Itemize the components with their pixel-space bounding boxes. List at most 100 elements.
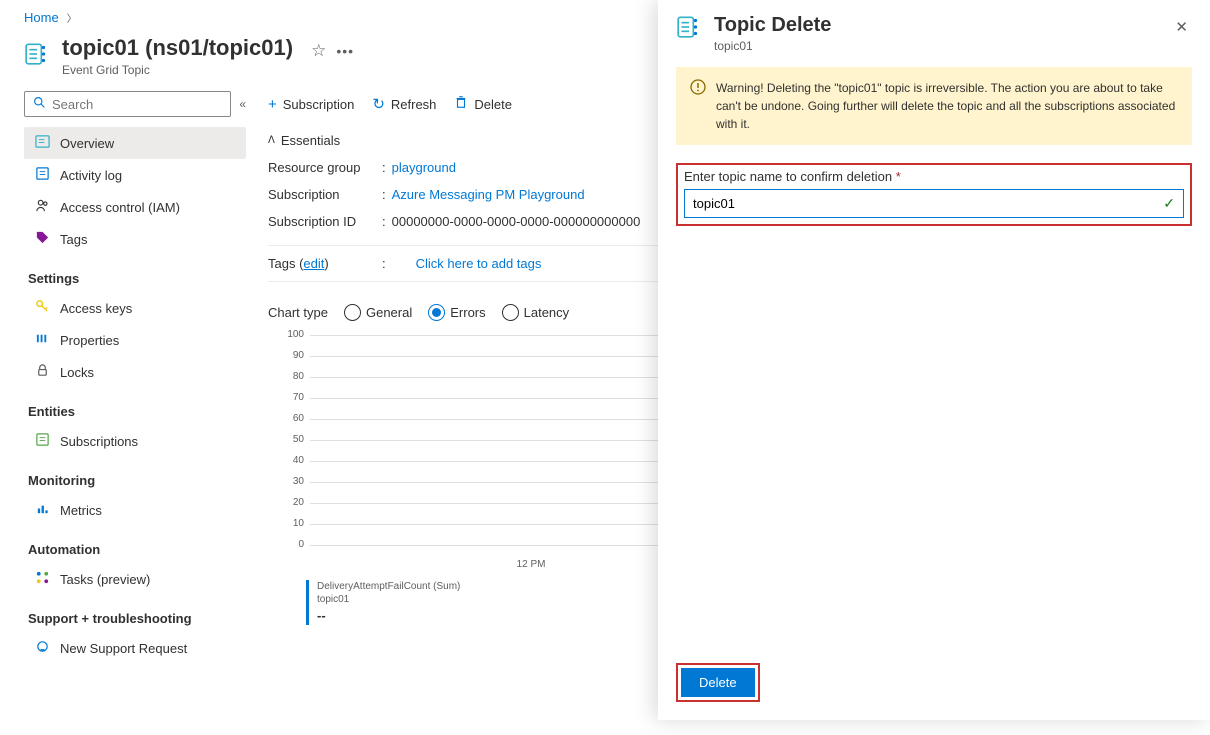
subscription-id-value: 00000000-0000-0000-0000-000000000000	[392, 214, 641, 229]
toolbar-label: Subscription	[283, 97, 355, 112]
close-icon[interactable]: ✕	[1171, 14, 1192, 40]
people-icon	[34, 198, 50, 216]
sidebar-item-overview[interactable]: Overview	[24, 127, 246, 159]
warning-message: Warning! Deleting the "topic01" topic is…	[676, 67, 1192, 145]
properties-icon	[34, 331, 50, 349]
delete-panel: Topic Delete topic01 ✕ Warning! Deleting…	[658, 0, 1210, 720]
tags-label: Tags	[268, 256, 295, 271]
radio-label: Errors	[450, 305, 485, 320]
sidebar-item-label: New Support Request	[60, 641, 187, 656]
overview-icon	[34, 134, 50, 152]
radio-label: Latency	[524, 305, 570, 320]
sidebar-item-label: Locks	[60, 365, 94, 380]
sidebar-item-label: Access control (IAM)	[60, 200, 180, 215]
chart-type-label: Chart type	[268, 305, 328, 320]
sidebar-item-properties[interactable]: Properties	[24, 324, 246, 356]
y-tick-label: 20	[274, 497, 304, 508]
confirm-input-container[interactable]: ✓	[684, 189, 1184, 218]
subscription-link[interactable]: Azure Messaging PM Playground	[392, 187, 585, 202]
sidebar-item-new-support[interactable]: New Support Request	[24, 632, 246, 664]
sidebar-item-label: Access keys	[60, 301, 132, 316]
sidebar-section-monitoring: Monitoring	[28, 473, 246, 488]
resource-group-label: Resource group	[268, 160, 382, 175]
sidebar-item-access-control[interactable]: Access control (IAM)	[24, 191, 246, 223]
chart-type-errors[interactable]: Errors	[428, 304, 485, 321]
radio-icon	[344, 304, 361, 321]
metrics-icon	[34, 501, 50, 519]
radio-label: General	[366, 305, 412, 320]
confirm-topic-input[interactable]	[693, 196, 1163, 211]
sidebar-item-activity-log[interactable]: Activity log	[24, 159, 246, 191]
collapse-sidebar-icon[interactable]: «	[239, 97, 246, 111]
radio-checked-icon	[428, 304, 445, 321]
tasks-icon	[34, 570, 50, 588]
page-subtitle: Event Grid Topic	[62, 63, 293, 77]
tag-icon	[34, 230, 50, 248]
chevron-up-icon: ᐱ	[268, 135, 275, 146]
panel-title: Topic Delete	[714, 14, 831, 37]
toolbar-label: Refresh	[391, 97, 437, 112]
y-tick-label: 90	[274, 350, 304, 361]
resource-group-link[interactable]: playground	[392, 160, 456, 175]
chart-type-latency[interactable]: Latency	[502, 304, 570, 321]
y-tick-label: 30	[274, 476, 304, 487]
sidebar-section-support: Support + troubleshooting	[28, 611, 246, 626]
sidebar-section-automation: Automation	[28, 542, 246, 557]
favorite-star-icon[interactable]: ☆	[311, 41, 326, 61]
plus-icon: +	[268, 96, 277, 113]
subscription-button[interactable]: + Subscription	[268, 95, 354, 113]
refresh-button[interactable]: ↻ Refresh	[372, 95, 436, 113]
refresh-icon: ↻	[372, 95, 385, 113]
lock-icon	[34, 363, 50, 381]
chart-type-general[interactable]: General	[344, 304, 412, 321]
confirm-label: Enter topic name to confirm deletion	[684, 169, 892, 184]
sidebar-section-entities: Entities	[28, 404, 246, 419]
sidebar-section-settings: Settings	[28, 271, 246, 286]
chevron-right-icon: 〉	[67, 10, 77, 25]
sidebar-item-access-keys[interactable]: Access keys	[24, 292, 246, 324]
sidebar-item-label: Properties	[60, 333, 119, 348]
y-tick-label: 80	[274, 371, 304, 382]
trash-icon	[454, 95, 468, 113]
key-icon	[34, 299, 50, 317]
required-asterisk: *	[896, 169, 901, 184]
more-actions-icon[interactable]: •••	[336, 43, 354, 59]
sidebar-search[interactable]	[24, 91, 231, 117]
delete-button[interactable]: Delete	[454, 95, 512, 113]
page-title: topic01 (ns01/topic01)	[62, 35, 293, 61]
toolbar-label: Delete	[474, 97, 512, 112]
sidebar-item-label: Metrics	[60, 503, 102, 518]
edit-tags-link[interactable]: edit	[303, 256, 324, 271]
radio-icon	[502, 304, 519, 321]
event-grid-topic-icon	[676, 14, 702, 40]
sidebar: « Overview Activity log Access control (…	[0, 87, 256, 735]
sidebar-item-tasks[interactable]: Tasks (preview)	[24, 563, 246, 595]
confirm-section: Enter topic name to confirm deletion * ✓	[676, 163, 1192, 226]
add-tags-link[interactable]: Click here to add tags	[416, 256, 542, 271]
search-icon	[33, 96, 46, 112]
essentials-label: Essentials	[281, 133, 340, 148]
y-tick-label: 60	[274, 413, 304, 424]
sidebar-item-label: Tags	[60, 232, 87, 247]
confirm-delete-button[interactable]: Delete	[681, 668, 755, 697]
breadcrumb-home[interactable]: Home	[24, 10, 59, 25]
sidebar-item-subscriptions[interactable]: Subscriptions	[24, 425, 246, 457]
warning-text: Warning! Deleting the "topic01" topic is…	[716, 79, 1178, 133]
search-input[interactable]	[52, 97, 222, 112]
sidebar-item-label: Subscriptions	[60, 434, 138, 449]
y-tick-label: 100	[274, 329, 304, 340]
sidebar-item-locks[interactable]: Locks	[24, 356, 246, 388]
y-tick-label: 70	[274, 392, 304, 403]
check-icon: ✓	[1163, 195, 1175, 212]
sidebar-item-tags[interactable]: Tags	[24, 223, 246, 255]
panel-subtitle: topic01	[714, 39, 831, 53]
sidebar-item-metrics[interactable]: Metrics	[24, 494, 246, 526]
sidebar-item-label: Overview	[60, 136, 114, 151]
y-tick-label: 0	[274, 539, 304, 550]
activity-log-icon	[34, 166, 50, 184]
subscription-label: Subscription	[268, 187, 382, 202]
y-tick-label: 40	[274, 455, 304, 466]
event-grid-topic-icon	[24, 41, 50, 67]
y-tick-label: 50	[274, 434, 304, 445]
sidebar-item-label: Tasks (preview)	[60, 572, 150, 587]
